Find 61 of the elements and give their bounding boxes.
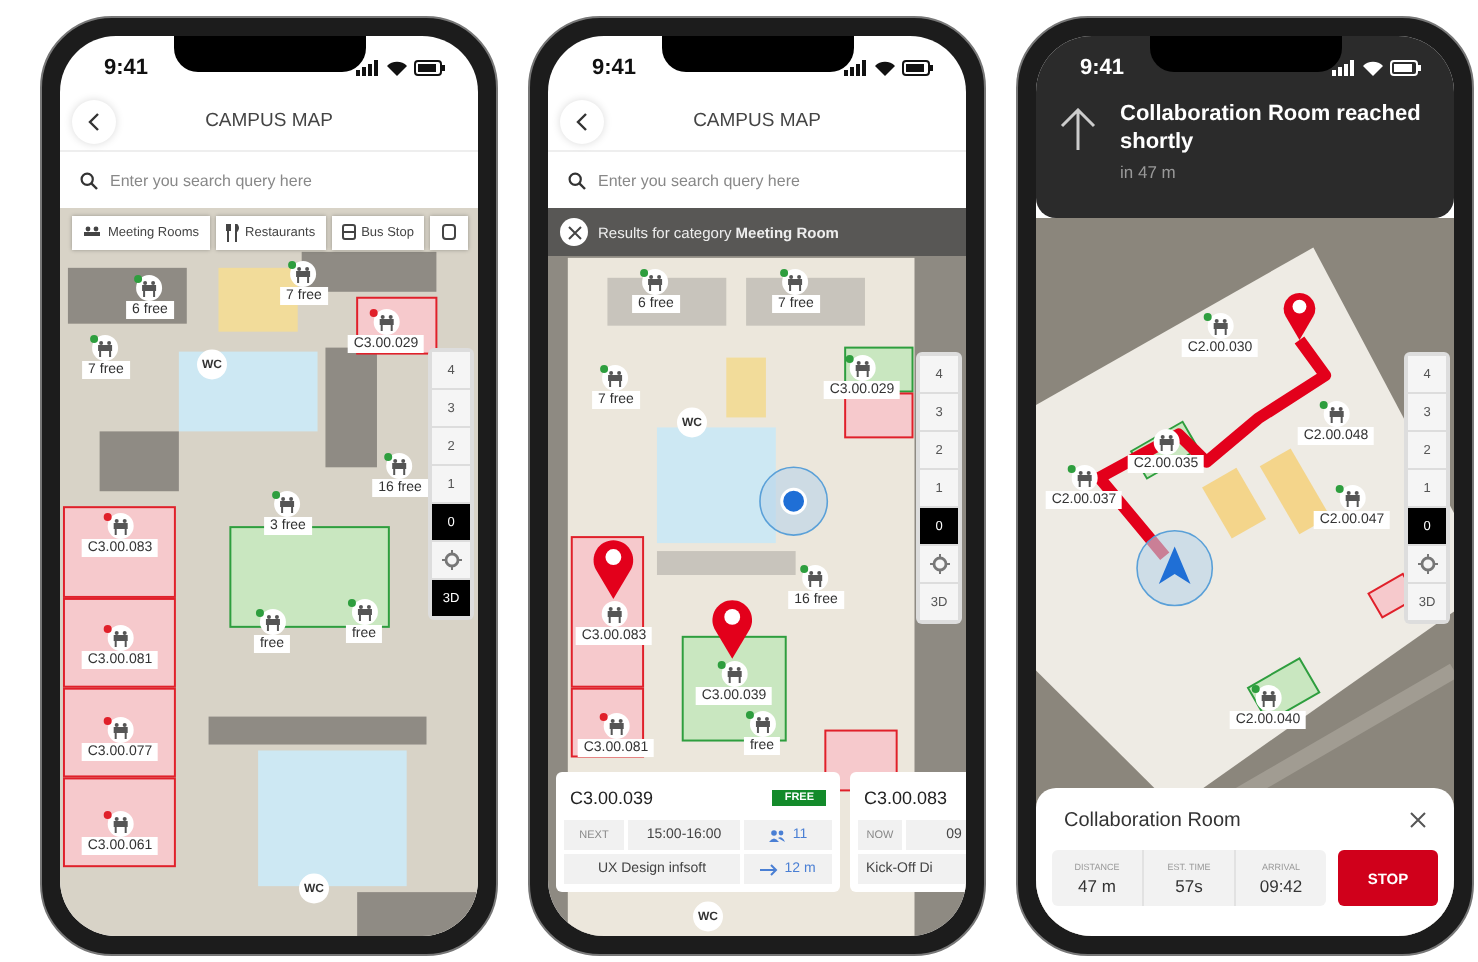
signal-icon [844, 60, 868, 76]
status-time: 9:41 [104, 56, 149, 80]
screen-title: CAMPUS MAP [203, 110, 335, 132]
stat-value: 09:42 [1259, 875, 1303, 895]
desk-block [656, 551, 796, 575]
locate-button[interactable] [920, 546, 958, 582]
destination-name: Collaboration Room [1064, 809, 1241, 831]
stat-value: 57s [1175, 875, 1203, 895]
battery-icon [1390, 60, 1422, 76]
cutlery-icon [225, 224, 240, 242]
wifi-icon [874, 60, 896, 76]
battery-icon [902, 60, 934, 76]
building-block [357, 892, 476, 936]
close-icon [567, 225, 581, 239]
location-pin-icon [712, 600, 752, 659]
navigation-instruction: Collaboration Room reached shortly [1120, 100, 1423, 156]
building-block [218, 267, 298, 332]
room-area [844, 392, 914, 439]
signal-icon [1332, 60, 1356, 76]
building-block [325, 347, 377, 468]
screen-title: CAMPUS MAP [691, 110, 823, 132]
current-location-icon [759, 466, 829, 536]
room-name: C3.00.083 [864, 788, 948, 808]
people-icon [768, 829, 787, 841]
close-button[interactable] [560, 218, 588, 246]
close-button[interactable] [1410, 812, 1426, 828]
signal-icon [356, 60, 380, 76]
building-block [99, 431, 179, 492]
walk-arrow-icon [760, 863, 779, 875]
bus-icon [341, 224, 356, 242]
status-time: 9:41 [1080, 56, 1125, 80]
search-field[interactable]: Enter you search query here [110, 171, 458, 189]
room-name: C3.00.039 [570, 788, 654, 808]
train-icon [441, 224, 456, 242]
chevron-left-icon [576, 111, 588, 131]
back-button[interactable] [560, 99, 604, 143]
filter-chip[interactable] [429, 216, 468, 250]
up-arrow-icon [1060, 108, 1096, 152]
stat-value: 47 m [1078, 875, 1116, 895]
instruction-distance: in 47 m [1120, 162, 1178, 182]
search-icon [568, 171, 586, 189]
atrium-area [656, 427, 776, 544]
search-icon [80, 171, 98, 189]
close-icon [1410, 812, 1426, 828]
locate-button[interactable] [432, 542, 470, 578]
back-button[interactable] [72, 99, 116, 143]
wifi-icon [386, 60, 408, 76]
chevron-left-icon [88, 111, 100, 131]
wifi-icon [1362, 60, 1384, 76]
atrium-area [178, 351, 318, 432]
search-field[interactable]: Enter you search query here [598, 171, 946, 189]
status-time: 9:41 [592, 56, 637, 80]
crosshair-icon [929, 554, 949, 574]
meeting-room-icon [82, 226, 102, 240]
location-pin-icon [593, 540, 634, 599]
battery-icon [414, 60, 446, 76]
crosshair-icon [1417, 554, 1437, 574]
destination-pin-icon [1283, 293, 1316, 340]
crosshair-icon [441, 550, 461, 570]
locate-button[interactable] [1408, 546, 1446, 582]
kitchen-area [726, 357, 766, 418]
